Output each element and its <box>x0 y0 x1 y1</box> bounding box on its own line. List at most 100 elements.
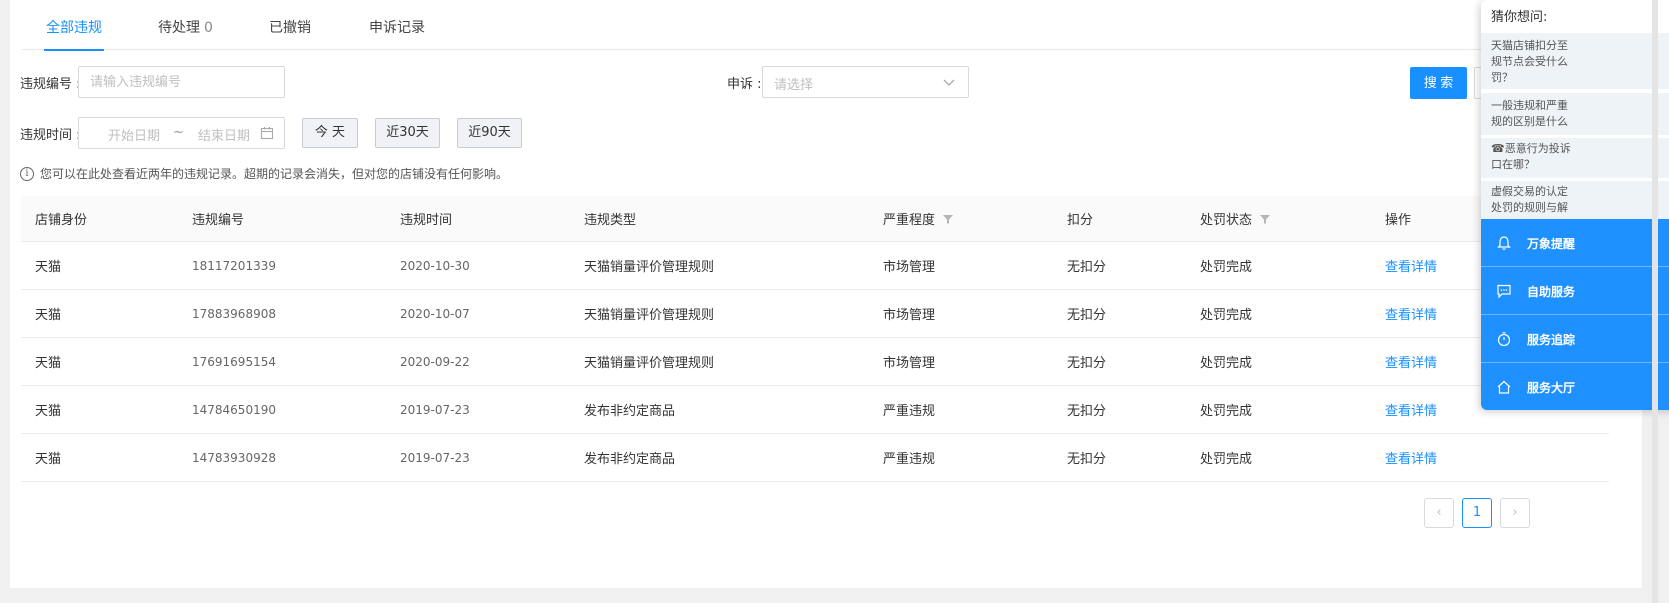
today-button[interactable]: 今 天 <box>302 118 358 148</box>
table-row: 天猫 14784650190 2019-07-23 发布非约定商品 严重违规 无… <box>21 386 1609 434</box>
header-violation-time: 违规时间 <box>400 213 453 228</box>
tab-appeal-records[interactable]: 申诉记录 <box>369 0 425 50</box>
faq-item[interactable]: 虚假交易的认定 处罚的规则与解 <box>1481 181 1669 219</box>
page-1-button[interactable]: 1 <box>1462 498 1492 528</box>
cell-penalty-status: 处罚完成 <box>1200 308 1253 323</box>
violation-no-input[interactable] <box>79 67 284 97</box>
table-header-row: 店铺身份 违规编号 违规时间 违规类型 严重程度 扣分 处罚状态 操作 <box>21 196 1609 242</box>
header-penalty-status: 处罚状态 <box>1200 196 1271 241</box>
faq-line: 虚假交易的认定 <box>1491 185 1568 198</box>
side-item-self-service[interactable]: 自助服务 <box>1481 267 1669 315</box>
table-row: 天猫 17883968908 2020-10-07 天猫销量评价管理规则 市场管… <box>21 290 1609 338</box>
cell-shop-identity: 天猫 <box>35 308 62 323</box>
side-item-label: 自助服务 <box>1527 285 1576 299</box>
last-30-days-button[interactable]: 近30天 <box>375 118 440 148</box>
side-item-label: 万象提醒 <box>1527 237 1576 251</box>
cell-deduction: 无扣分 <box>1067 452 1107 467</box>
cell-severity: 严重违规 <box>883 452 936 467</box>
cell-violation-no: 17883968908 <box>192 306 276 321</box>
header-violation-no: 违规编号 <box>192 213 245 228</box>
cell-shop-identity: 天猫 <box>35 356 62 371</box>
tab-label: 已撤销 <box>269 20 311 36</box>
tab-revoked[interactable]: 已撤销 <box>269 0 311 50</box>
cell-deduction: 无扣分 <box>1067 260 1107 275</box>
cell-severity: 市场管理 <box>883 308 936 323</box>
side-item-label: 服务追踪 <box>1527 333 1576 347</box>
tab-label: 全部违规 <box>46 20 102 36</box>
cell-violation-type: 天猫销量评价管理规则 <box>584 356 715 371</box>
end-date-placeholder: 结束日期 <box>198 129 251 144</box>
cell-shop-identity: 天猫 <box>35 404 62 419</box>
view-details-link[interactable]: 查看详情 <box>1385 290 1437 337</box>
help-side-panel: 猜你想问: 天猫店铺扣分至 规节点会受什么 罚？ 一般违规和严重 规的区别是什么 ☎恶… <box>1481 0 1669 410</box>
date-range-picker[interactable]: 开始日期 ~ 结束日期 <box>78 117 285 149</box>
cell-penalty-status: 处罚完成 <box>1200 260 1253 275</box>
faq-line: 规的区别是什么 <box>1491 115 1568 128</box>
tab-pending[interactable]: 待处理 0 <box>158 0 213 50</box>
tab-count-badge: 0 <box>204 20 213 36</box>
faq-line: 罚？ <box>1491 71 1513 84</box>
appeal-label: 申诉 : <box>727 77 762 92</box>
cell-deduction: 无扣分 <box>1067 308 1107 323</box>
faq-item[interactable]: 一般违规和严重 规的区别是什么 <box>1481 93 1669 135</box>
violations-table: 店铺身份 违规编号 违规时间 违规类型 严重程度 扣分 处罚状态 操作 天猫 1… <box>21 196 1609 482</box>
chat-icon <box>1497 284 1511 299</box>
home-icon <box>1497 380 1511 394</box>
faq-item[interactable]: ☎恶意行为投诉 口在哪？ <box>1481 138 1669 178</box>
cell-penalty-status: 处罚完成 <box>1200 404 1253 419</box>
cell-violation-no: 14784650190 <box>192 402 276 417</box>
side-panel-title: 猜你想问: <box>1491 10 1548 25</box>
appeal-select[interactable]: 请选择 <box>762 66 969 98</box>
faq-line: ☎恶意行为投诉 <box>1491 142 1571 155</box>
cell-severity: 市场管理 <box>883 260 936 275</box>
faq-item[interactable]: 天猫店铺扣分至 规节点会受什么 罚？ <box>1481 33 1669 89</box>
chevron-down-icon <box>943 79 955 86</box>
search-button[interactable]: 搜 索 <box>1410 67 1467 99</box>
header-deduction: 扣分 <box>1067 213 1094 228</box>
view-details-link[interactable]: 查看详情 <box>1385 242 1437 289</box>
cell-violation-time: 2019-07-23 <box>400 450 470 465</box>
filter-icon[interactable] <box>1260 214 1271 224</box>
timer-icon <box>1497 332 1511 347</box>
side-item-service-hall[interactable]: 服务大厅 <box>1481 363 1669 410</box>
header-penalty-status-label: 处罚状态 <box>1200 213 1253 228</box>
retention-tip-text: 您可以在此处查看近两年的违规记录。超期的记录会消失，但对您的店铺没有任何影响。 <box>40 167 509 181</box>
date-range-separator: ~ <box>173 125 184 140</box>
cell-violation-time: 2020-10-07 <box>400 306 470 321</box>
cell-violation-time: 2019-07-23 <box>400 402 470 417</box>
side-item-reminders[interactable]: 万象提醒 <box>1481 219 1669 267</box>
faq-line: 规节点会受什么 <box>1491 55 1568 68</box>
cell-penalty-status: 处罚完成 <box>1200 452 1253 467</box>
side-item-service-tracking[interactable]: 服务追踪 <box>1481 315 1669 363</box>
cell-violation-type: 发布非约定商品 <box>584 452 676 467</box>
cell-violation-no: 18117201339 <box>192 258 276 273</box>
violation-time-label: 违规时间 : <box>20 128 81 143</box>
view-details-link[interactable]: 查看详情 <box>1385 338 1437 385</box>
violation-no-label: 违规编号 : <box>20 77 81 92</box>
view-details-link[interactable]: 查看详情 <box>1385 386 1437 433</box>
cell-violation-type: 天猫销量评价管理规则 <box>584 308 715 323</box>
prev-page-button[interactable]: ‹ <box>1424 498 1454 528</box>
faq-line: 天猫店铺扣分至 <box>1491 39 1568 52</box>
violation-records-card: 全部违规 待处理0 已撤销 申诉记录 违规编号 : 申诉 : 请选择 搜 索 违… <box>10 0 1642 588</box>
table-row: 天猫 17691695154 2020-09-22 天猫销量评价管理规则 市场管… <box>21 338 1609 386</box>
calendar-icon <box>260 127 274 140</box>
cell-shop-identity: 天猫 <box>35 452 62 467</box>
info-icon: i <box>20 166 34 181</box>
tab-label: 申诉记录 <box>369 20 425 36</box>
cell-violation-type: 天猫销量评价管理规则 <box>584 260 715 275</box>
start-date-placeholder: 开始日期 <box>108 129 161 144</box>
cell-violation-time: 2020-10-30 <box>400 258 470 273</box>
scrollbar-track[interactable] <box>1652 0 1658 603</box>
cell-shop-identity: 天猫 <box>35 260 62 275</box>
next-page-button[interactable]: › <box>1500 498 1530 528</box>
tab-bar: 全部违规 待处理 0 已撤销 申诉记录 <box>22 0 1642 51</box>
bell-icon <box>1497 236 1511 250</box>
retention-tip: i 您可以在此处查看近两年的违规记录。超期的记录会消失，但对您的店铺没有任何影响… <box>20 165 508 182</box>
tab-all-violations[interactable]: 全部违规 <box>44 0 104 51</box>
header-severity-label: 严重程度 <box>883 213 936 228</box>
view-details-link[interactable]: 查看详情 <box>1385 434 1437 481</box>
last-90-days-button[interactable]: 近90天 <box>457 118 522 148</box>
cell-severity: 市场管理 <box>883 356 936 371</box>
filter-icon[interactable] <box>943 214 954 224</box>
